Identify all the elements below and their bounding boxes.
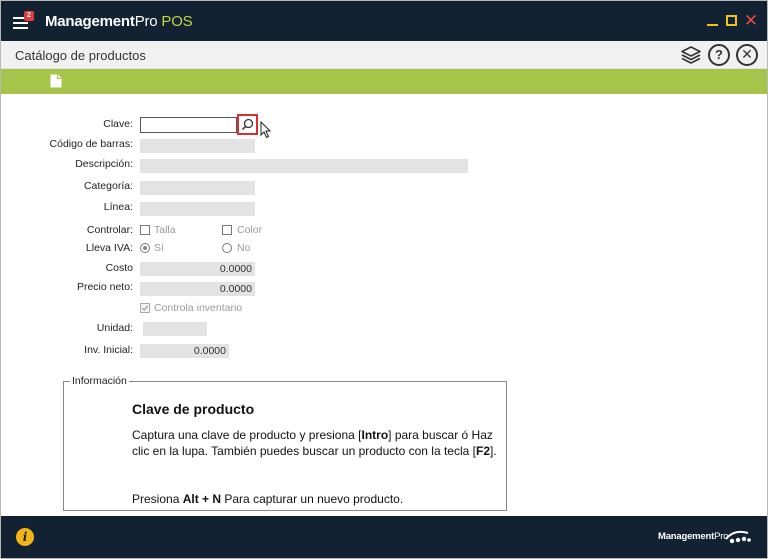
hamburger-menu-icon[interactable]: 2 — [13, 11, 34, 31]
maximize-icon[interactable] — [723, 12, 741, 30]
page-title: Catálogo de productos — [15, 48, 146, 63]
linea-label: Línea: — [103, 201, 133, 213]
controlar-label: Controlar: — [86, 224, 133, 236]
inv-inicial-label: Inv. Inicial: — [84, 344, 133, 356]
info-legend: Información — [70, 375, 129, 387]
footer-bar: i ManagementPro — [1, 516, 767, 558]
talla-checkbox[interactable] — [140, 225, 150, 235]
info-paragraph-2: Presiona Alt + N Para capturar un nuevo … — [132, 492, 404, 506]
page-header: Catálogo de productos ? ✕ — [1, 41, 767, 69]
talla-label: Talla — [154, 224, 176, 236]
notification-badge: 2 — [24, 11, 34, 21]
controla-inventario-label: Controla inventario — [154, 302, 243, 314]
unidad-label: Unidad: — [96, 322, 133, 334]
costo-label: Costo — [105, 262, 133, 274]
new-document-icon[interactable] — [50, 74, 62, 88]
iva-si-label: Sí — [154, 242, 164, 254]
costo-field[interactable]: 0.0000 — [140, 262, 255, 276]
app-title: ManagementPro POS — [45, 13, 193, 30]
info-title: Clave de producto — [132, 401, 255, 417]
iva-no-label: No — [237, 242, 251, 254]
info-paragraph-1: Captura una clave de producto y presiona… — [132, 428, 497, 458]
descripcion-label: Descripción: — [75, 158, 133, 170]
categoria-field[interactable] — [140, 181, 255, 195]
close-circle-icon[interactable]: ✕ — [736, 44, 758, 66]
codigo-barras-label: Código de barras: — [49, 138, 133, 150]
color-label: Color — [237, 224, 263, 236]
unidad-field[interactable] — [143, 322, 207, 336]
iva-no-radio[interactable] — [222, 243, 232, 253]
toolbar — [1, 69, 767, 94]
controla-inventario-checkbox[interactable] — [140, 303, 150, 313]
search-button[interactable] — [237, 114, 258, 135]
brand-logo: ManagementPro — [658, 531, 729, 542]
minimize-icon[interactable] — [704, 12, 722, 30]
linea-field[interactable] — [140, 202, 255, 216]
search-icon — [241, 118, 254, 131]
precio-neto-field[interactable]: 0.0000 — [140, 282, 255, 296]
help-icon[interactable]: ? — [708, 44, 730, 66]
app-window: 2 ManagementPro POS ✕ Catálogo de produc… — [0, 0, 768, 559]
brand-mark-icon — [725, 530, 751, 544]
layers-icon[interactable] — [680, 44, 702, 66]
mouse-cursor-icon — [260, 121, 272, 139]
color-checkbox[interactable] — [222, 225, 232, 235]
precio-neto-label: Precio neto: — [76, 281, 133, 293]
lleva-iva-label: Lleva IVA: — [85, 242, 133, 254]
info-icon[interactable]: i — [16, 528, 34, 546]
descripcion-field[interactable] — [140, 159, 468, 173]
checkmark-icon — [141, 305, 149, 311]
inv-inicial-field[interactable]: 0.0000 — [140, 344, 229, 358]
categoria-label: Categoría: — [83, 180, 133, 192]
clave-label: Clave: — [103, 118, 133, 130]
iva-si-radio[interactable] — [140, 243, 150, 253]
title-bar: 2 ManagementPro POS ✕ — [1, 1, 767, 41]
clave-input[interactable] — [140, 117, 237, 133]
close-window-icon[interactable]: ✕ — [742, 12, 760, 30]
codigo-barras-field[interactable] — [140, 139, 255, 153]
